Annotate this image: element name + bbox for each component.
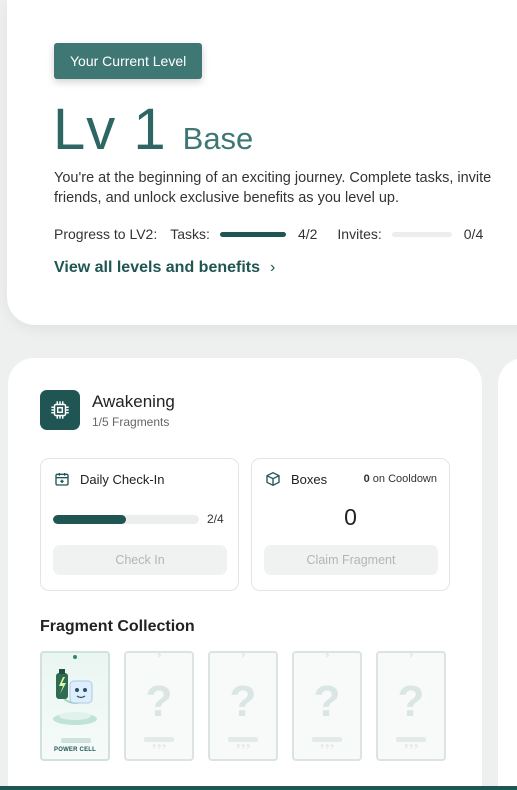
boxes-header: Boxes — [265, 471, 327, 487]
bottom-divider — [0, 786, 517, 790]
daily-checkin-box: Daily Check-In 2/4 Check In — [40, 458, 239, 591]
fragment-name: POWER CELL — [54, 747, 96, 753]
claim-fragment-button[interactable]: Claim Fragment — [264, 545, 438, 575]
question-mark-icon: ? — [145, 677, 173, 726]
question-mark-icon: ? — [229, 677, 257, 726]
chip-icon — [40, 390, 80, 430]
fragment-name: ? ? ? — [236, 745, 250, 751]
fragment-name: ? ? ? — [152, 745, 166, 751]
cooldown-count: 0 — [363, 473, 370, 485]
fragment-card[interactable]: ? ? ? ? ? — [208, 651, 278, 761]
question-mark-icon: ? — [313, 677, 341, 726]
current-level-pill: Your Current Level — [54, 43, 203, 79]
tasks-progress-fill — [219, 231, 286, 237]
fragment-card[interactable]: ? ? ? ? ? — [376, 651, 446, 761]
level-number: Lv 1 — [53, 97, 167, 162]
view-levels-link[interactable]: View all levels and benefits › — [54, 259, 275, 277]
view-levels-label: View all levels and benefits — [54, 259, 261, 276]
progress-label: Progress to LV2: — [54, 226, 158, 242]
fragments-count: 1/5 Fragments — [92, 415, 170, 429]
invites-label: Invites: — [337, 226, 382, 242]
box-icon — [266, 472, 280, 486]
awakening-card: Awakening 1/5 Fragments Daily Check-In 2… — [8, 358, 482, 790]
level-card: Your Current Level Lv 1 Base You're at t… — [7, 0, 517, 325]
cooldown-status: 0 on Cooldown — [364, 473, 437, 485]
checkin-progress-bar — [53, 515, 199, 524]
tasks-count: 4/2 — [297, 226, 318, 242]
checkin-label: Daily Check-In — [80, 471, 165, 487]
calendar-icon — [55, 473, 69, 486]
progress-row: Progress to LV2: Tasks: 4/2 Invites: 0/4 — [54, 226, 483, 242]
boxes-count: 0 — [344, 504, 357, 530]
fragment-name: ? ? ? — [320, 745, 334, 751]
cooldown-label: on Cooldown — [372, 473, 437, 485]
checkin-progress-fill — [53, 515, 126, 524]
fragment-card[interactable]: POWER CELL — [40, 651, 110, 761]
awakening-title: Awakening — [92, 392, 175, 411]
fragment-card[interactable]: ? ? ? ? ? — [292, 651, 362, 761]
boxes-box: Boxes 0 on Cooldown 0 Claim Fragment — [251, 458, 450, 591]
invites-progress-bar — [391, 231, 452, 237]
fragment-name: ? ? ? — [404, 745, 418, 751]
next-card-peek — [498, 358, 517, 790]
check-in-button[interactable]: Check In — [53, 545, 227, 575]
fragment-card[interactable]: ? ? ? ? ? — [124, 651, 194, 761]
level-description: You're at the beginning of an exciting j… — [54, 170, 492, 206]
level-title: Lv 1 Base — [53, 96, 253, 163]
tasks-progress-bar — [219, 231, 286, 237]
boxes-label: Boxes — [291, 471, 328, 487]
question-mark-icon: ? — [397, 677, 425, 726]
fragment-collection-title: Fragment Collection — [40, 618, 195, 635]
chevron-right-icon: › — [270, 259, 276, 276]
tasks-label: Tasks: — [170, 226, 210, 242]
fragment-collection: POWER CELL ? ? ? ? ? ? ? ? ? ? ? ? ? ? ?… — [40, 651, 460, 761]
invites-count: 0/4 — [463, 226, 484, 242]
power-cell-image — [53, 655, 97, 725]
checkin-count: 2/4 — [207, 512, 224, 526]
level-name: Base — [182, 121, 254, 156]
checkin-header: Daily Check-In — [54, 471, 165, 487]
